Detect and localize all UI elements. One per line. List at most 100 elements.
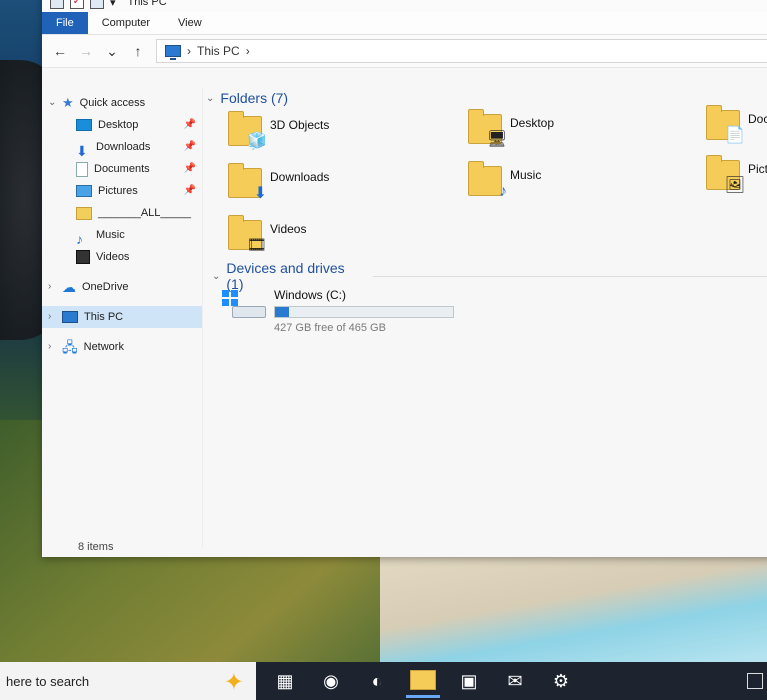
sidebar-item-all-folder[interactable]: _______ALL_____ [42, 202, 202, 224]
breadcrumb-separator-icon: › [187, 44, 191, 58]
file-explorer-icon[interactable] [406, 665, 440, 698]
tab-file[interactable]: File [42, 12, 88, 34]
file-explorer-window: ✓ ▾ This PC File Computer View ← → ⌄ ↑ ›… [42, 0, 767, 557]
download-arrow-icon: ⬇ [253, 185, 267, 202]
breadcrumb-separator-icon: › [245, 44, 250, 58]
store-icon[interactable]: ▣ [452, 666, 486, 696]
tab-view[interactable]: View [164, 12, 216, 34]
search-placeholder: here to search [6, 673, 90, 689]
settings-icon[interactable]: ⚙ [544, 666, 578, 696]
sidebar-item-this-pc[interactable]: › This PC [42, 306, 202, 328]
pin-icon: 📌 [183, 185, 196, 196]
pin-icon: 📌 [183, 141, 196, 152]
pictures-icon: 🖼 [706, 155, 745, 194]
3d-objects-icon: 🧊 [228, 111, 267, 150]
edge-icon[interactable]: ◐ [360, 666, 394, 696]
folder-tile-videos[interactable]: 🎞 Videos [228, 215, 307, 254]
task-view-icon[interactable]: ▦ [268, 666, 302, 696]
documents-icon: 📄 [706, 105, 745, 144]
sidebar-item-videos[interactable]: Videos [42, 246, 202, 268]
sidebar-item-label: This PC [84, 311, 124, 323]
picture-icon: 🖼 [724, 177, 745, 194]
this-pc-icon [165, 45, 181, 60]
downloads-icon: ⬇ [76, 143, 88, 159]
desktop-icon: 🖥 [468, 109, 507, 148]
drive-tile-windows-c[interactable]: Windows (C:) 427 GB free of 465 GB [222, 288, 454, 334]
folder-label: 3D Objects [270, 118, 330, 132]
document-icon: 📄 [725, 127, 745, 144]
documents-icon [76, 161, 88, 177]
collapse-chevron-icon[interactable]: ⌄ [206, 93, 214, 104]
sidebar-item-label: Pictures [98, 185, 138, 197]
sidebar-item-music[interactable]: ♪ Music [42, 224, 202, 247]
forward-arrow-icon[interactable]: → [78, 43, 94, 59]
music-icon: ♪ [76, 231, 83, 247]
sidebar-item-label: OneDrive [82, 281, 129, 293]
sidebar-item-onedrive[interactable]: › ☁ OneDrive [42, 276, 202, 298]
sidebar-item-quick-access[interactable]: ⌄ ★ Quick access [42, 92, 202, 114]
expand-chevron-icon[interactable]: › [48, 276, 51, 298]
taskbar: here to search ✦ ▦ ◉ ◐ ▣ ✉ ⚙ [0, 662, 767, 700]
cloud-icon: ☁ [62, 279, 76, 295]
folder-label: Docu [748, 112, 767, 126]
folder-tile-desktop[interactable]: 🖥 Desktop [468, 109, 554, 148]
pc-icon [50, 0, 64, 9]
expand-chevron-icon[interactable]: › [48, 306, 51, 328]
sidebar-item-desktop[interactable]: Desktop 📌 [42, 114, 202, 136]
pin-icon: 📌 [183, 119, 196, 130]
group-divider [372, 275, 767, 277]
folder-tile-music[interactable]: ♪ Music [468, 161, 542, 200]
sidebar-item-downloads[interactable]: ⬇ Downloads 📌 [42, 136, 202, 159]
folder-tile-downloads[interactable]: ⬇ Downloads [228, 163, 330, 202]
sidebar-item-label: Downloads [96, 141, 151, 153]
sidebar-item-label: Network [83, 341, 124, 353]
breadcrumb[interactable]: › This PC › [156, 39, 767, 63]
taskbar-search-box[interactable]: here to search ✦ [0, 662, 256, 700]
ribbon: File Computer View [42, 12, 767, 35]
folder-tile-3d-objects[interactable]: 🧊 3D Objects [228, 111, 330, 150]
folder-label: Music [510, 168, 542, 182]
3d-cube-icon: 🧊 [247, 133, 267, 150]
new-folder-icon[interactable] [90, 0, 104, 9]
windows-logo-icon [222, 290, 238, 306]
folder-tile-pictures[interactable]: 🖼 Pictu [706, 155, 767, 194]
sidebar-item-network[interactable]: › 🖧 Network [42, 336, 202, 358]
desktop-icon [76, 119, 92, 131]
network-icon: 🖧 [62, 339, 78, 355]
copilot-icon[interactable]: ◉ [314, 666, 348, 696]
properties-icon[interactable]: ✓ [70, 0, 84, 9]
back-arrow-icon[interactable]: ← [52, 43, 68, 59]
folder-label: Videos [270, 222, 307, 236]
mail-icon[interactable]: ✉ [498, 666, 532, 696]
up-arrow-icon[interactable]: ↑ [130, 43, 146, 59]
recent-locations-chevron-icon[interactable]: ⌄ [104, 43, 120, 60]
monitor-icon: 🖥 [486, 131, 507, 148]
folder-label: Downloads [270, 170, 330, 184]
expand-chevron-icon[interactable]: › [48, 336, 51, 358]
videos-icon [76, 250, 90, 264]
folder-tile-documents[interactable]: 📄 Docu [706, 105, 767, 144]
music-icon: ♪ [468, 161, 507, 200]
drive-info: Windows (C:) 427 GB free of 465 GB [274, 288, 454, 334]
sidebar-item-pictures[interactable]: Pictures 📌 [42, 180, 202, 202]
sidebar-item-documents[interactable]: Documents 📌 [42, 158, 202, 180]
quick-access-toolbar: ✓ ▾ [50, 0, 116, 9]
group-header-folders[interactable]: ⌄ Folders (7) [206, 90, 288, 106]
navigation-pane: ⌄ ★ Quick access Desktop 📌 ⬇ Downloads 📌… [42, 88, 203, 548]
sidebar-item-label: Videos [96, 251, 130, 263]
this-pc-icon [62, 311, 78, 323]
expand-chevron-icon[interactable]: ⌄ [48, 92, 56, 114]
breadcrumb-this-pc[interactable]: This PC [197, 44, 240, 58]
downloads-icon: ⬇ [228, 163, 267, 202]
sparkle-icon: ✦ [223, 669, 244, 696]
star-icon: ★ [62, 95, 74, 110]
group-title: Folders (7) [220, 90, 289, 106]
videos-icon: 🎞 [228, 215, 267, 254]
drive-base [232, 306, 266, 318]
collapse-chevron-icon[interactable]: ⌄ [212, 271, 220, 282]
show-desktop-icon[interactable] [747, 673, 763, 689]
folder-label: Pictu [748, 162, 767, 176]
windows-drive-icon [222, 288, 266, 318]
customize-quick-access-icon[interactable]: ▾ [110, 0, 116, 9]
tab-computer[interactable]: Computer [88, 12, 164, 34]
